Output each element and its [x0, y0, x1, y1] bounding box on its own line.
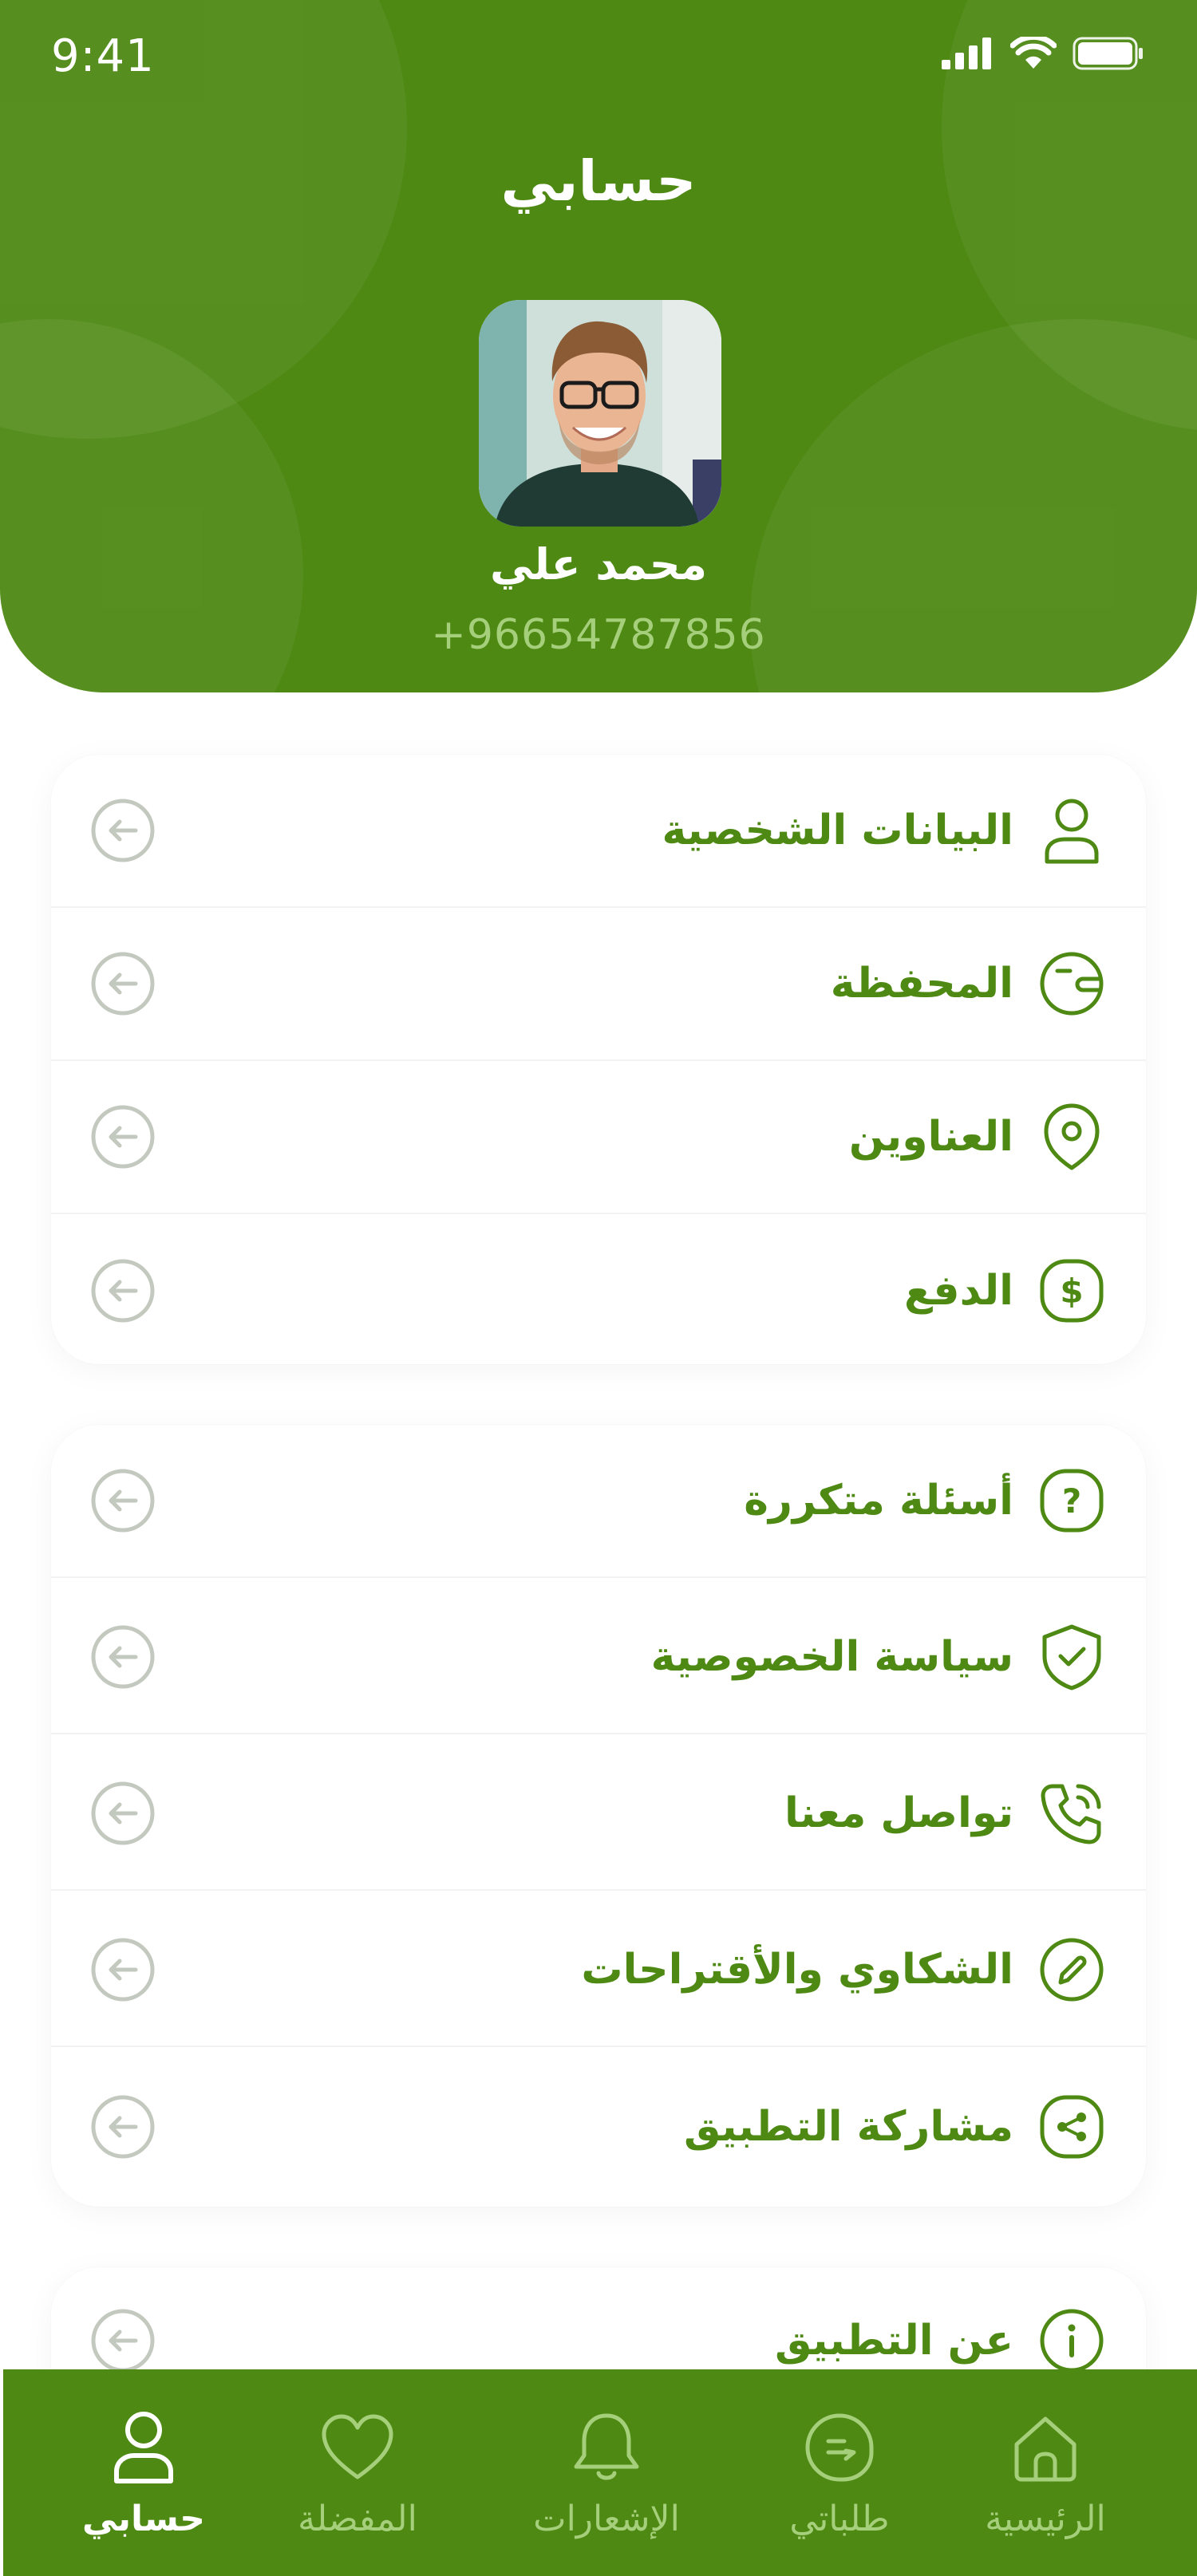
- arrow-left-icon: [89, 950, 156, 1017]
- menu-item-label: مشاركة التطبيق: [683, 2103, 1013, 2151]
- menu-item-label: عن التطبيق: [775, 2317, 1013, 2365]
- menu-item-label: المحفظة: [830, 960, 1013, 1008]
- signal-icon: [942, 37, 991, 69]
- arrow-left-icon: [89, 1780, 156, 1847]
- profile-screen: 9:41 حسابي محمد علي +96654787856 البيانا…: [0, 0, 1197, 2576]
- profile-icon: [104, 2408, 184, 2487]
- menu-item-addresses[interactable]: العناوين: [51, 1061, 1146, 1214]
- bottom-navigation: الرئيسية طلباتي الإشعارات المفضلة حسابي: [3, 2369, 1197, 2576]
- menu-item-complaints[interactable]: الشكاوي والأقتراحات: [51, 1894, 1146, 2047]
- nav-label: الإشعارات: [533, 2499, 680, 2539]
- nav-item-favorites[interactable]: المفضلة: [254, 2369, 461, 2576]
- info-icon: [1036, 2305, 1108, 2377]
- menu-card-account: البيانات الشخصية المحفظة العناوين $ الدف…: [51, 755, 1146, 1364]
- nav-label: طلباتي: [789, 2499, 890, 2539]
- menu-item-personal-data[interactable]: البيانات الشخصية: [51, 755, 1146, 908]
- menu-item-share-app[interactable]: مشاركة التطبيق: [51, 2050, 1146, 2203]
- nav-item-home[interactable]: الرئيسية: [942, 2369, 1149, 2576]
- dollar-icon: $: [1036, 1255, 1108, 1327]
- avatar-photo: [479, 300, 721, 527]
- nav-item-orders[interactable]: طلباتي: [736, 2369, 943, 2576]
- menu-card-support: ? أسئلة متكررة سياسة الخصوصية تواصل معنا: [51, 1425, 1146, 2207]
- arrow-left-icon: [89, 1936, 156, 2003]
- phone-call-icon: [1036, 1777, 1108, 1849]
- nav-label: حسابي: [81, 2499, 206, 2539]
- avatar[interactable]: [479, 300, 721, 527]
- nav-item-notifications[interactable]: الإشعارات: [503, 2369, 710, 2576]
- menu-item-label: سياسة الخصوصية: [650, 1633, 1013, 1681]
- arrow-left-icon: [89, 1257, 156, 1324]
- share-icon: [1036, 2091, 1108, 2163]
- status-bar: 9:41: [0, 0, 1197, 112]
- arrow-left-icon: [89, 797, 156, 864]
- user-icon: [1036, 795, 1108, 866]
- menu-item-label: البيانات الشخصية: [662, 807, 1013, 854]
- shield-check-icon: [1036, 1621, 1108, 1693]
- user-name: محمد علي: [489, 539, 708, 590]
- arrow-left-icon: [89, 2093, 156, 2160]
- menu-item-privacy-policy[interactable]: سياسة الخصوصية: [51, 1581, 1146, 1734]
- battery-icon: [1073, 37, 1143, 70]
- heart-icon: [318, 2408, 397, 2487]
- wallet-icon: [1036, 948, 1108, 1020]
- wifi-icon: [1010, 37, 1057, 69]
- menu-item-wallet[interactable]: المحفظة: [51, 908, 1146, 1061]
- arrow-left-icon: [89, 1623, 156, 1690]
- nav-item-profile[interactable]: حسابي: [40, 2369, 247, 2576]
- svg-text:?: ?: [1062, 1481, 1081, 1521]
- arrow-left-icon: [89, 1467, 156, 1534]
- menu-item-label: الشكاوي والأقتراحات: [581, 1946, 1013, 1994]
- user-phone: +96654787856: [431, 611, 766, 659]
- menu-item-label: الدفع: [904, 1267, 1013, 1315]
- menu-item-label: العناوين: [848, 1113, 1013, 1161]
- profile-header: 9:41 حسابي محمد علي +96654787856: [0, 0, 1197, 692]
- page-title: حسابي: [500, 148, 697, 214]
- nav-label: الرئيسية: [985, 2499, 1106, 2539]
- nav-label: المفضلة: [298, 2499, 417, 2539]
- status-icons: [942, 37, 1144, 70]
- question-icon: ?: [1036, 1465, 1108, 1537]
- menu-item-contact-us[interactable]: تواصل معنا: [51, 1738, 1146, 1891]
- home-icon: [1005, 2408, 1085, 2487]
- menu-item-label: أسئلة متكررة: [744, 1477, 1013, 1525]
- location-icon: [1036, 1101, 1108, 1173]
- orders-icon: [800, 2408, 879, 2487]
- status-time: 9:41: [51, 30, 155, 82]
- bell-icon: [567, 2408, 646, 2487]
- svg-text:$: $: [1060, 1272, 1083, 1311]
- edit-icon: [1036, 1934, 1108, 2006]
- arrow-left-icon: [89, 2307, 156, 2374]
- menu-item-payment[interactable]: $ الدفع: [51, 1214, 1146, 1367]
- arrow-left-icon: [89, 1103, 156, 1170]
- menu-item-faq[interactable]: ? أسئلة متكررة: [51, 1425, 1146, 1578]
- menu-item-label: تواصل معنا: [784, 1789, 1013, 1837]
